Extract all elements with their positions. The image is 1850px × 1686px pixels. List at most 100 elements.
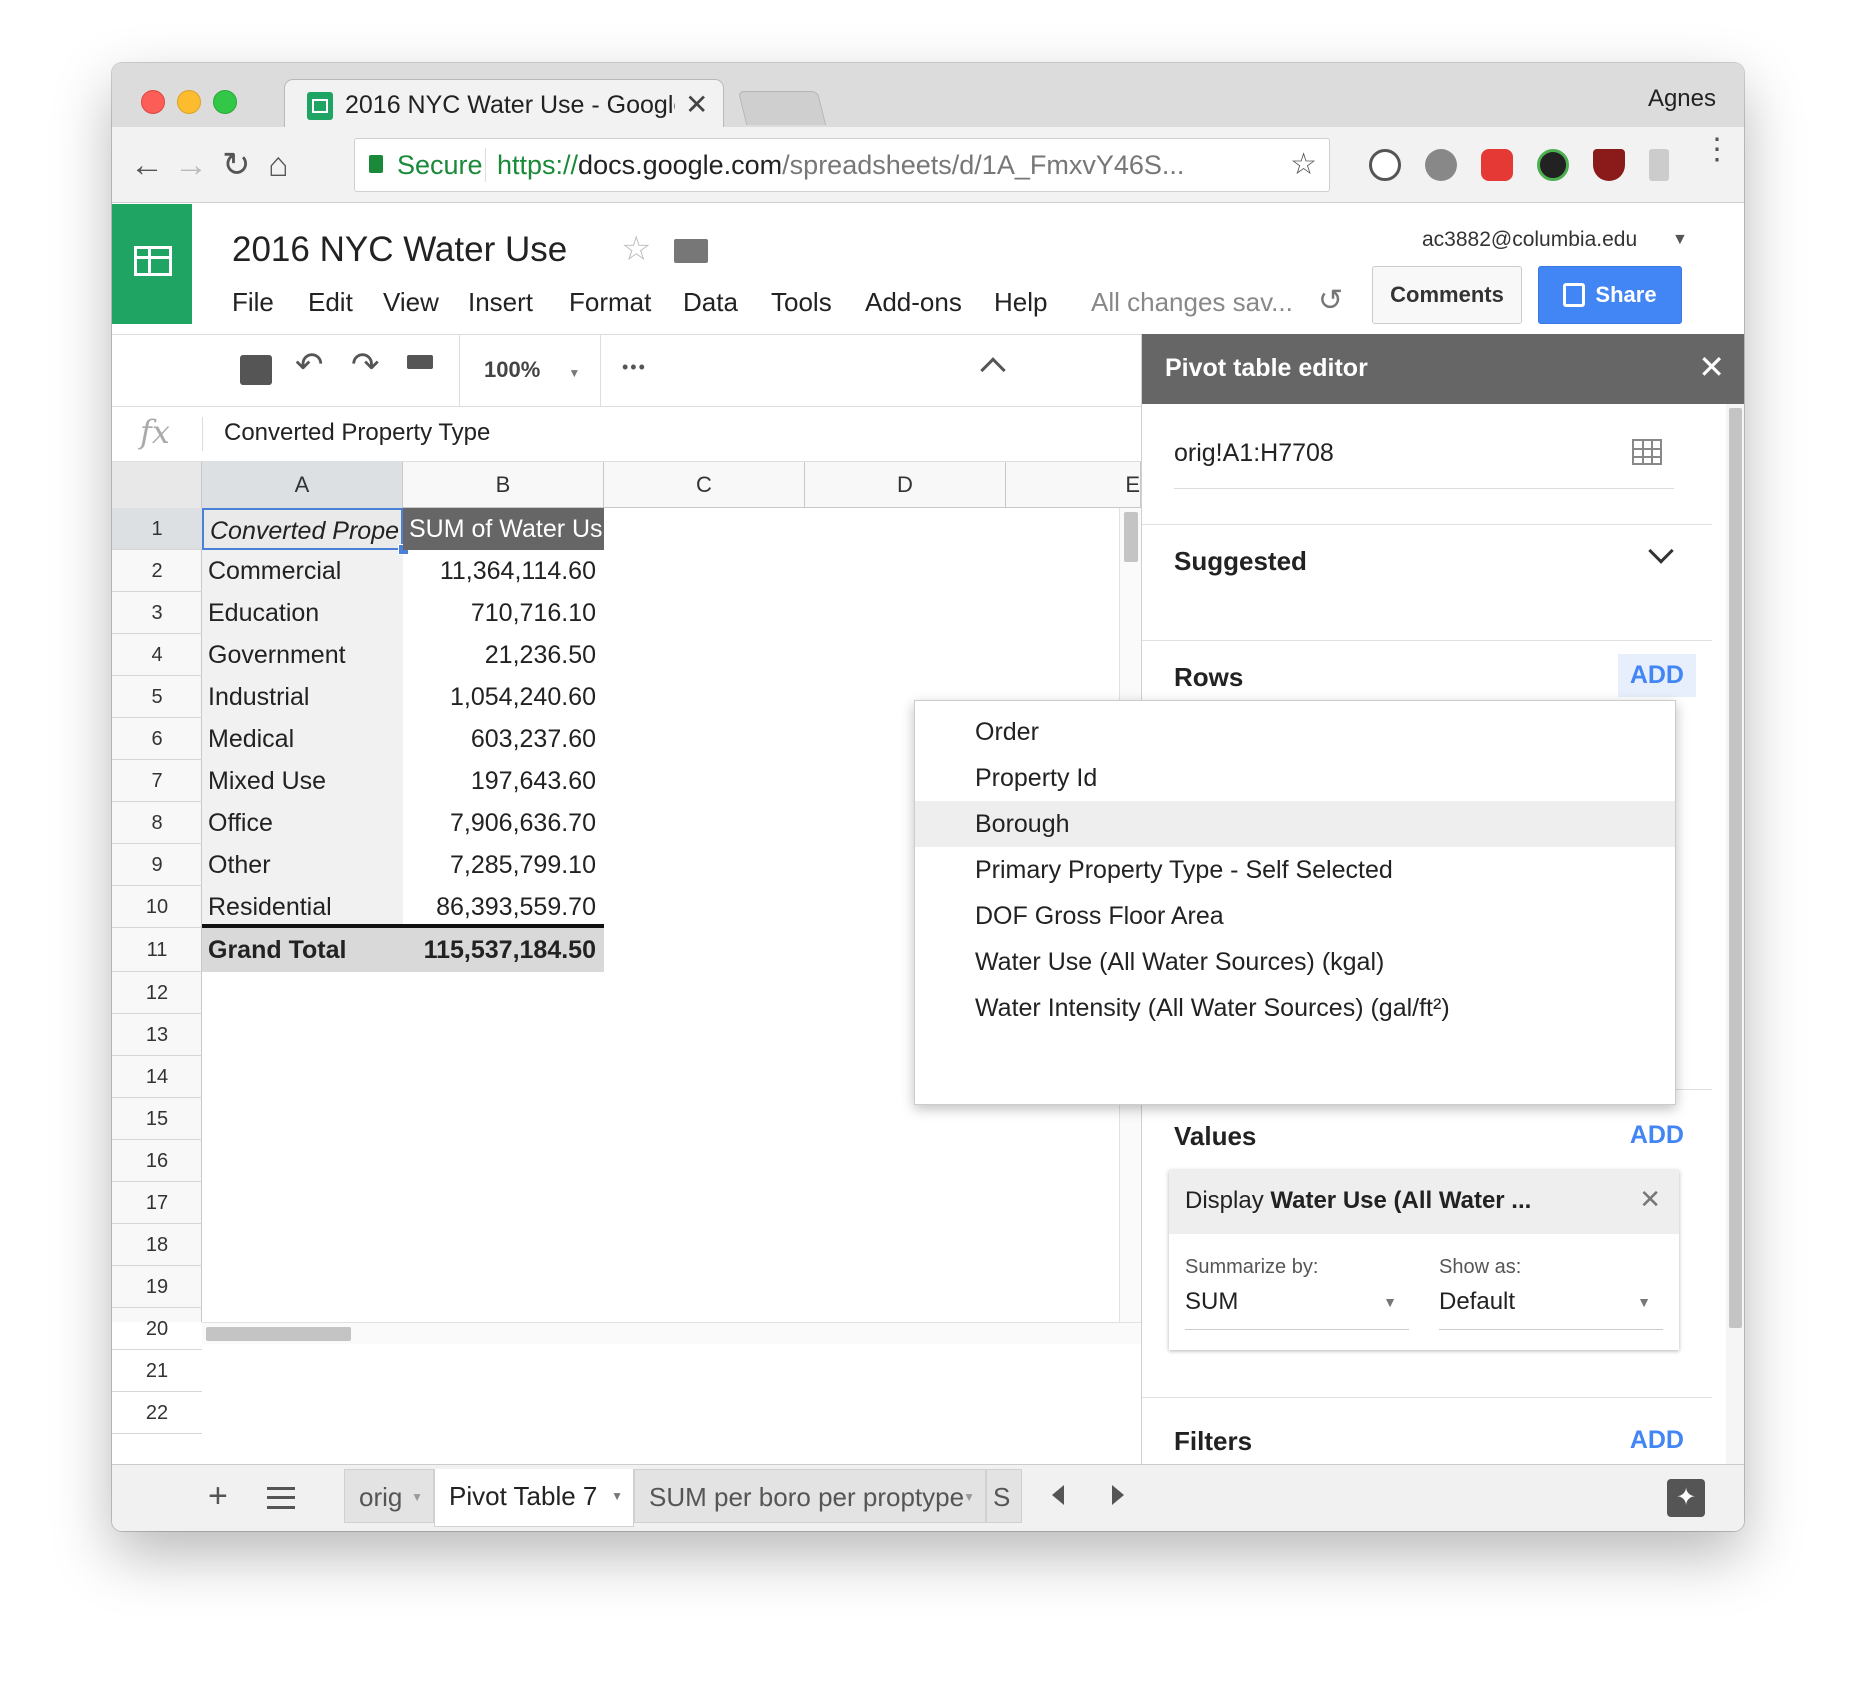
row-header-20[interactable]: 20 — [112, 1308, 202, 1350]
dropdown-field-option[interactable]: Primary Property Type - Self Selected — [915, 847, 1675, 893]
dropdown-field-option[interactable]: Water Use (All Water Sources) (kgal) — [915, 939, 1675, 985]
add-sheet-icon[interactable]: + — [208, 1477, 228, 1516]
menu-insert[interactable]: Insert — [468, 287, 533, 318]
share-button[interactable]: Share — [1538, 266, 1682, 324]
dropdown-field-option[interactable]: Water Intensity (All Water Sources) (gal… — [915, 985, 1675, 1031]
zoom-select[interactable]: 100% ▼ — [472, 357, 582, 383]
sheet-tab-s[interactable]: S — [986, 1469, 1022, 1523]
reload-icon[interactable]: ↻ — [222, 145, 251, 185]
row-value-cell[interactable]: 7,906,636.70 — [403, 802, 604, 844]
row-header-11[interactable]: 11 — [112, 928, 202, 972]
row-header-22[interactable]: 22 — [112, 1392, 202, 1434]
summarize-by-select[interactable]: SUM ▼ — [1185, 1288, 1409, 1330]
comments-button[interactable]: Comments — [1372, 266, 1522, 324]
row-header-6[interactable]: 6 — [112, 718, 202, 760]
tab-menu-icon[interactable]: ▼ — [611, 1469, 623, 1523]
row-value-cell[interactable]: 7,285,799.10 — [403, 844, 604, 886]
source-range[interactable]: orig!A1:H7708 — [1174, 439, 1674, 489]
star-icon[interactable]: ☆ — [621, 229, 651, 269]
row-value-cell[interactable]: 603,237.60 — [403, 718, 604, 760]
sheets-logo-icon[interactable] — [112, 204, 192, 324]
row-label-cell[interactable]: Commercial — [202, 550, 403, 592]
column-header-d[interactable]: D — [805, 462, 1006, 508]
extension-generic-icon[interactable] — [1649, 149, 1669, 181]
row-header-7[interactable]: 7 — [112, 760, 202, 802]
remove-value-icon[interactable]: ✕ — [1639, 1184, 1661, 1215]
explore-icon[interactable]: ✦ — [1667, 1479, 1705, 1517]
horizontal-scrollbar[interactable] — [202, 1322, 1141, 1344]
row-header-4[interactable]: 4 — [112, 634, 202, 676]
dropdown-field-option[interactable]: DOF Gross Floor Area — [915, 893, 1675, 939]
sheet-tab-pivot-table-7[interactable]: Pivot Table 7 ▼ — [434, 1469, 634, 1527]
vertical-scroll-thumb[interactable] — [1124, 512, 1138, 562]
extension-ublock-icon[interactable] — [1593, 149, 1625, 181]
row-label-cell[interactable]: Industrial — [202, 676, 403, 718]
row-value-cell[interactable]: 710,716.10 — [403, 592, 604, 634]
row-label-cell[interactable]: Other — [202, 844, 403, 886]
browser-menu-icon[interactable]: ⋮ — [1702, 135, 1732, 165]
more-tools-icon[interactable]: ••• — [622, 357, 647, 378]
menu-file[interactable]: File — [232, 287, 274, 318]
tab-menu-icon[interactable]: ▼ — [411, 1470, 423, 1522]
row-header-14[interactable]: 14 — [112, 1056, 202, 1098]
rows-add-button[interactable]: ADD — [1617, 654, 1696, 697]
close-editor-icon[interactable]: ✕ — [1698, 348, 1725, 386]
row-header-21[interactable]: 21 — [112, 1350, 202, 1392]
menu-help[interactable]: Help — [994, 287, 1047, 318]
undo-icon[interactable]: ↶ — [295, 345, 324, 385]
pivot-header-cell-a[interactable]: Converted Prope — [202, 508, 403, 550]
extension-pinterest-icon[interactable] — [1425, 149, 1457, 181]
row-label-cell[interactable]: Medical — [202, 718, 403, 760]
row-label-cell[interactable]: Education — [202, 592, 403, 634]
row-header-2[interactable]: 2 — [112, 550, 202, 592]
redo-icon[interactable]: ↷ — [351, 345, 380, 385]
save-status[interactable]: All changes sav... — [1091, 287, 1293, 318]
row-label-cell[interactable]: Mixed Use — [202, 760, 403, 802]
editor-scrollbar[interactable] — [1726, 404, 1744, 1464]
scroll-tabs-right-icon[interactable] — [1112, 1485, 1124, 1505]
select-all-corner[interactable] — [112, 462, 202, 508]
show-as-select[interactable]: Default ▼ — [1439, 1288, 1663, 1330]
profile-name[interactable]: Agnes — [1648, 85, 1716, 113]
pivot-header-cell-b[interactable]: SUM of Water Us — [403, 508, 604, 550]
row-header-19[interactable]: 19 — [112, 1266, 202, 1308]
grand-total-value[interactable]: 115,537,184.50 — [403, 928, 604, 972]
tab-menu-icon[interactable]: ▼ — [963, 1470, 975, 1522]
extension-1password-icon[interactable] — [1369, 149, 1401, 181]
row-value-cell[interactable]: 1,054,240.60 — [403, 676, 604, 718]
browser-tab[interactable]: 2016 NYC Water Use - Google ✕ — [284, 79, 724, 131]
row-label-cell[interactable]: Residential — [202, 886, 403, 928]
all-sheets-icon[interactable] — [267, 1487, 295, 1509]
collapse-chevron-icon[interactable] — [980, 357, 1006, 383]
account-dropdown-icon[interactable]: ▼ — [1672, 231, 1688, 249]
row-header-12[interactable]: 12 — [112, 972, 202, 1014]
row-header-18[interactable]: 18 — [112, 1224, 202, 1266]
column-header-a[interactable]: A — [202, 462, 403, 508]
document-title[interactable]: 2016 NYC Water Use — [232, 230, 567, 270]
menu-addons[interactable]: Add-ons — [865, 287, 962, 318]
column-header-b[interactable]: B — [403, 462, 604, 508]
row-value-cell[interactable]: 197,643.60 — [403, 760, 604, 802]
column-header-e[interactable]: E — [1006, 462, 1141, 508]
row-header-17[interactable]: 17 — [112, 1182, 202, 1224]
new-tab-button[interactable] — [737, 91, 827, 125]
folder-icon[interactable] — [674, 239, 708, 263]
row-value-cell[interactable]: 11,364,114.60 — [403, 550, 604, 592]
sheet-tab-orig[interactable]: orig ▼ — [344, 1469, 434, 1523]
suggested-label[interactable]: Suggested — [1174, 546, 1307, 577]
row-header-8[interactable]: 8 — [112, 802, 202, 844]
close-tab-icon[interactable]: ✕ — [685, 88, 708, 121]
close-window-button[interactable] — [141, 90, 165, 114]
row-value-cell[interactable]: 21,236.50 — [403, 634, 604, 676]
home-icon[interactable]: ⌂ — [268, 145, 289, 185]
extension-adblock-icon[interactable] — [1481, 149, 1513, 181]
version-history-icon[interactable]: ↺ — [1318, 283, 1343, 318]
select-range-grid-icon[interactable] — [1632, 439, 1662, 465]
menu-edit[interactable]: Edit — [308, 287, 353, 318]
menu-tools[interactable]: Tools — [771, 287, 832, 318]
formula-input[interactable]: Converted Property Type — [224, 419, 490, 447]
forward-arrow-icon[interactable]: → — [174, 145, 208, 185]
column-header-c[interactable]: C — [604, 462, 805, 508]
menu-view[interactable]: View — [383, 287, 439, 318]
dropdown-field-option[interactable]: Borough — [915, 801, 1675, 847]
